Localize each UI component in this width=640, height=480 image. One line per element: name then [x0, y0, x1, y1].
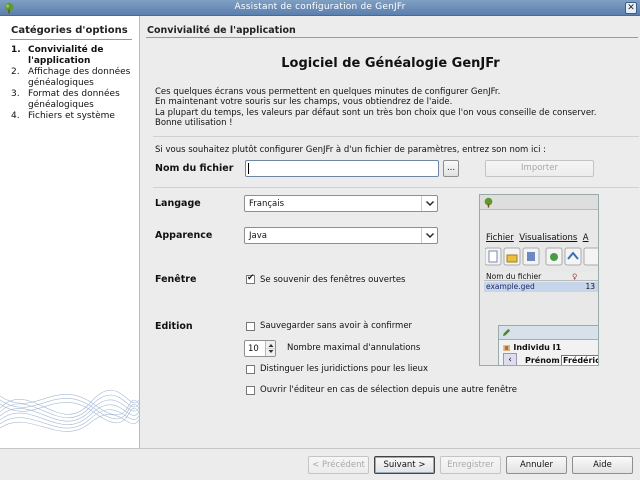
browse-button[interactable]: ... — [443, 160, 459, 177]
page-title: Logiciel de Généalogie GenJFr — [281, 56, 500, 71]
save-button[interactable]: Enregistrer — [440, 456, 501, 474]
edition-label: Edition — [155, 321, 193, 332]
undo-limit-label: Nombre maximal d'annulations — [287, 343, 421, 353]
category-number: 4. — [11, 111, 20, 121]
main-panel: Convivialité de l'application Logiciel d… — [141, 16, 640, 448]
genjfr-tree-icon — [484, 197, 493, 208]
next-button[interactable]: Suivant > — [374, 456, 435, 474]
preview-individual-title: ▣ Individu I1 — [503, 343, 562, 352]
preview-titlebar — [480, 195, 598, 210]
intro-line: La plupart du temps, les valeurs par déf… — [155, 107, 597, 118]
language-select[interactable]: Français — [244, 195, 438, 212]
section-divider — [146, 37, 638, 38]
appearance-select[interactable]: Java — [244, 227, 438, 244]
person-icon: ♀ — [572, 272, 578, 281]
wizard-footer: < Précédent Suivant > Enregistrer Annule… — [0, 448, 640, 480]
sidebar-header: Catégories d'options — [11, 25, 128, 36]
remember-windows-label: Se souvenir des fenêtres ouvertes — [260, 275, 406, 285]
preview-file-name: example.ged — [486, 282, 535, 291]
cancel-button[interactable]: Annuler — [506, 456, 567, 474]
preview-toolbar — [484, 247, 598, 270]
language-value: Français — [249, 199, 285, 209]
close-window-button[interactable]: ✕ — [625, 2, 637, 14]
file-name-label: Nom du fichier — [155, 163, 234, 174]
help-button[interactable]: Aide — [572, 456, 633, 474]
language-label: Langage — [155, 198, 201, 209]
intro-separator — [153, 136, 639, 137]
preview-subwindow-titlebar — [499, 326, 598, 340]
category-item-fichiers[interactable]: 4. Fichiers et système — [11, 111, 137, 122]
sidebar-divider — [10, 39, 132, 40]
category-label: Affichage des données généalogiques — [28, 67, 131, 88]
preview-column-name: Nom du fichier — [486, 272, 542, 281]
category-item-convivialite[interactable]: 1. Convivialité de l'application — [11, 45, 137, 66]
stepper-arrows-icon[interactable] — [265, 341, 276, 356]
preview-firstname-label: Prénom — [525, 356, 560, 365]
category-number: 3. — [11, 89, 20, 99]
preview-menubar: Fichier Visualisations A — [486, 233, 589, 243]
remember-windows-checkbox[interactable] — [246, 273, 255, 284]
preview-menu-item: Fichier — [486, 233, 514, 243]
intro-text: Ces quelques écrans vous permettent en q… — [155, 87, 596, 128]
category-label: Format des données généalogiques — [28, 89, 120, 110]
category-number: 1. — [11, 45, 21, 55]
intro-line: En maintenant votre souris sur les champ… — [155, 97, 453, 108]
open-editor-label: Ouvrir l'éditeur en cas de sélection dep… — [260, 385, 518, 395]
chevron-down-icon — [421, 196, 437, 211]
preview-table-header: Nom du fichier ♀ — [484, 272, 598, 281]
options-sidebar: Catégories d'options 1. Convivialité de … — [0, 16, 140, 448]
file-separator — [153, 187, 639, 188]
save-without-confirm-checkbox[interactable] — [246, 322, 255, 331]
appearance-label: Apparence — [155, 230, 213, 241]
decorative-wave-graphic — [0, 389, 139, 432]
section-title: Convivialité de l'application — [147, 25, 296, 36]
save-without-confirm-label: Sauvegarder sans avoir à confirmer — [260, 321, 413, 331]
close-icon: ✕ — [627, 3, 635, 13]
intro-line: Ces quelques écrans vous permettent en q… — [155, 87, 501, 97]
category-list: 1. Convivialité de l'application 2. Affi… — [11, 45, 137, 122]
previous-button[interactable]: < Précédent — [308, 456, 369, 474]
category-label: Convivialité de l'application — [28, 45, 104, 66]
category-item-format[interactable]: 3. Format des données généalogiques — [11, 89, 137, 110]
window-title: Assistant de configuration de GenJFr — [234, 2, 406, 12]
chevron-down-icon — [421, 228, 437, 243]
import-question: Si vous souhaitez plutôt configurer GenJ… — [155, 145, 546, 155]
preview-individual-label: Individu I1 — [513, 343, 562, 352]
category-label: Fichiers et système — [28, 111, 115, 121]
preview-file-count: 13 — [585, 282, 595, 291]
preview-firstname-value: Frédéric — [561, 355, 599, 365]
preview-table-row: example.ged 13 — [484, 282, 598, 292]
appearance-preview-image: Fichier Visualisations A Nom du fichier … — [479, 194, 599, 366]
appearance-value: Java — [249, 231, 267, 241]
jurisdictions-label: Distinguer les juridictions pour les lie… — [260, 364, 429, 374]
text-caret — [248, 163, 249, 174]
open-editor-checkbox[interactable] — [246, 386, 255, 395]
chevron-left-icon: ‹ — [503, 353, 517, 365]
preview-menu-item: Visualisations — [519, 233, 578, 243]
edit-pencil-icon — [502, 328, 511, 337]
file-name-input[interactable] — [245, 160, 439, 177]
window-titlebar: Assistant de configuration de GenJFr ✕ — [0, 0, 640, 16]
window-label: Fenêtre — [155, 274, 197, 285]
undo-limit-stepper[interactable]: 10 — [244, 340, 276, 357]
undo-limit-value: 10 — [248, 344, 259, 354]
jurisdictions-checkbox[interactable] — [246, 365, 255, 374]
import-button[interactable]: Importer — [485, 160, 594, 177]
preview-menu-item: A — [582, 233, 589, 243]
intro-line: Bonne utilisation ! — [155, 117, 233, 128]
category-item-affichage[interactable]: 2. Affichage des données généalogiques — [11, 67, 137, 88]
category-number: 2. — [11, 67, 20, 77]
preview-subwindow: ▣ Individu I1 ‹ Prénom Frédéric — [498, 325, 599, 365]
